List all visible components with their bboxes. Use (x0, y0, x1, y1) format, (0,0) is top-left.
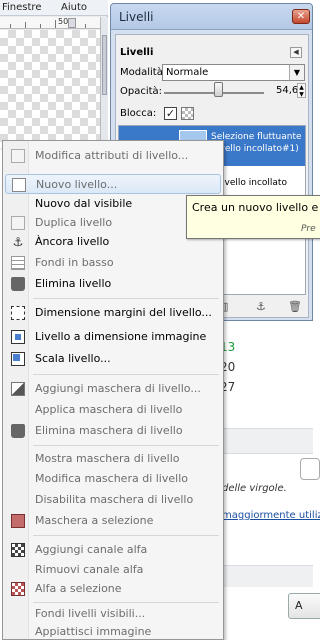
menu-item-label: Aggiungi maschera di livello... (35, 382, 201, 395)
menu-item-label: Dimensione margini del livello... (35, 306, 212, 319)
menu-item-scale-layer[interactable]: Scala livello... (5, 349, 221, 369)
lock-label: Blocca: (120, 108, 157, 119)
menu-item-label: Disabilita maschera di livello (35, 493, 194, 506)
menu-separator (33, 298, 219, 299)
menu-item-label: Appiattisci immagine (35, 625, 152, 638)
trash-icon[interactable]: 🗑 (288, 300, 302, 313)
opacity-value[interactable]: 54,6 (276, 85, 298, 96)
menu-item-label: Maschera a selezione (35, 514, 154, 527)
opacity-label: Opacità: (120, 86, 163, 97)
menu-item-label: Mostra maschera di livello (35, 452, 180, 465)
add-alpha-icon (11, 543, 25, 557)
layer-edit-icon (11, 149, 25, 163)
layer-name-sub: (livello incollato#1) (211, 144, 299, 154)
menu-aiuto[interactable]: Aiuto (61, 2, 87, 13)
menu-item-label: Modifica attributi di livello... (35, 149, 189, 162)
menu-item-merge-visible-layers[interactable]: Fondi livelli visibili... (5, 604, 221, 624)
menu-separator (33, 374, 219, 375)
menu-item-mask-to-selection[interactable]: Maschera a selezione (5, 511, 221, 531)
menu-separator (33, 535, 219, 536)
bg-hint-text: delle virgole. (222, 483, 287, 494)
menu-item-label: Livello a dimensione immagine (35, 330, 207, 343)
menu-item-label: Fondi livelli visibili... (35, 607, 146, 620)
mask-to-selection-icon (11, 514, 25, 528)
menu-item-label: Alfa a selezione (35, 582, 122, 595)
trash-icon (11, 277, 25, 291)
menu-item-delete-layer-mask[interactable]: Elimina maschera di livello (5, 421, 221, 441)
tab-menu-icon[interactable]: ◀ (290, 47, 302, 58)
bg-link[interactable]: maggiormente utiliz (222, 510, 320, 521)
image-canvas[interactable] (0, 30, 100, 148)
menu-item-label: Rimuovi canale alfa (35, 563, 144, 576)
tooltip-text: Crea un nuovo livello e ag (192, 201, 320, 214)
mode-label: Modalità: (120, 67, 167, 78)
scale-layer-icon (11, 352, 25, 366)
menu-item-label: Duplica livello (35, 216, 113, 229)
new-layer-tooltip: Crea un nuovo livello e ag Pre (186, 195, 320, 239)
gimp-image-window: Finestre Aiuto 500 (0, 0, 108, 150)
menu-separator (33, 602, 219, 603)
menu-item-apply-layer-mask[interactable]: Applica maschera di livello (5, 400, 221, 420)
horizontal-ruler: 500 (0, 17, 100, 29)
menu-item-add-layer-mask[interactable]: Aggiungi maschera di livello... (5, 379, 221, 399)
image-menubar: Finestre Aiuto (0, 0, 108, 16)
menu-item-label: Aggiungi canale alfa (35, 543, 148, 556)
anchor-icon[interactable]: ⚓ (256, 300, 266, 313)
mode-value: Normale (166, 67, 209, 78)
vertical-scrollbar[interactable] (100, 17, 108, 150)
add-mask-icon (11, 382, 25, 396)
menu-item-merge-down[interactable]: Fondi in basso (5, 253, 221, 273)
menu-finestre[interactable]: Finestre (2, 2, 41, 13)
alpha-to-selection-icon (11, 582, 25, 596)
layers-dialog-titlebar[interactable]: Livelli ✕ (111, 4, 312, 30)
lock-pixels-checkbox[interactable]: ✓ (164, 107, 177, 120)
menu-item-layer-to-image-size[interactable]: Livello a dimensione immagine (5, 327, 221, 347)
menu-item-label: Nuovo dal visibile (35, 197, 133, 210)
new-layer-icon (12, 178, 26, 192)
menu-item-remove-alpha-channel[interactable]: Rimuovi canale alfa (5, 560, 221, 580)
menu-item-label: Scala livello... (35, 352, 111, 365)
layers-tab-title: Livelli (120, 47, 154, 58)
tooltip-hint: Pre (301, 224, 316, 234)
layer-name: Livello incollato (217, 178, 287, 188)
menu-item-label: Nuovo livello... (36, 178, 118, 191)
anchor-icon: ⚓ (12, 235, 24, 249)
layers-dialog-title: Livelli (119, 10, 154, 24)
menu-item-show-layer-mask[interactable]: Mostra maschera di livello (5, 449, 221, 469)
menu-item-label: Applica maschera di livello (35, 403, 183, 416)
menu-item-label: Elimina maschera di livello (35, 424, 183, 437)
layer-boundary-icon (11, 306, 25, 320)
duplicate-layer-icon (11, 216, 25, 230)
menu-item-edit-layer-attributes[interactable]: Modifica attributi di livello... (5, 146, 221, 166)
opacity-slider-handle[interactable] (214, 82, 224, 97)
menu-item-label: Elimina livello (35, 277, 112, 290)
zoom-arrow-icon[interactable] (68, 18, 76, 28)
delete-mask-icon (11, 424, 25, 438)
chevron-down-icon: ▼ (289, 65, 304, 80)
menu-item-new-layer[interactable]: Nuovo livello... (5, 174, 221, 194)
menu-item-label: Àncora livello (35, 235, 110, 248)
merge-down-icon (11, 256, 25, 270)
menu-item-alpha-to-selection[interactable]: Alfa a selezione (5, 579, 221, 599)
mode-select[interactable]: Normale ▼ (162, 64, 305, 81)
lock-alpha-icon[interactable] (181, 107, 194, 120)
menu-item-label: Fondi in basso (35, 256, 114, 269)
layer-to-image-size-icon (11, 330, 25, 344)
menu-item-label: Modifica maschera di livello (35, 472, 188, 485)
menu-item-layer-boundary-size[interactable]: Dimensione margini del livello... (5, 303, 221, 323)
menu-item-edit-layer-mask[interactable]: Modifica maschera di livello (5, 469, 221, 489)
layer-name: Selezione fluttuante (211, 132, 302, 142)
bg-button[interactable]: A (288, 593, 320, 619)
menu-item-add-alpha-channel[interactable]: Aggiungi canale alfa (5, 540, 221, 560)
close-icon[interactable]: ✕ (292, 9, 310, 24)
menu-item-disable-layer-mask[interactable]: Disabilita maschera di livello (5, 490, 221, 510)
opacity-spin-icon[interactable]: ▲ ▼ (297, 83, 306, 98)
menu-item-delete-layer[interactable]: Elimina livello (5, 274, 221, 294)
bg-input-field[interactable] (300, 458, 320, 480)
menu-item-flatten-image[interactable]: Appiattisci immagine (5, 622, 221, 640)
menu-separator (33, 445, 219, 446)
